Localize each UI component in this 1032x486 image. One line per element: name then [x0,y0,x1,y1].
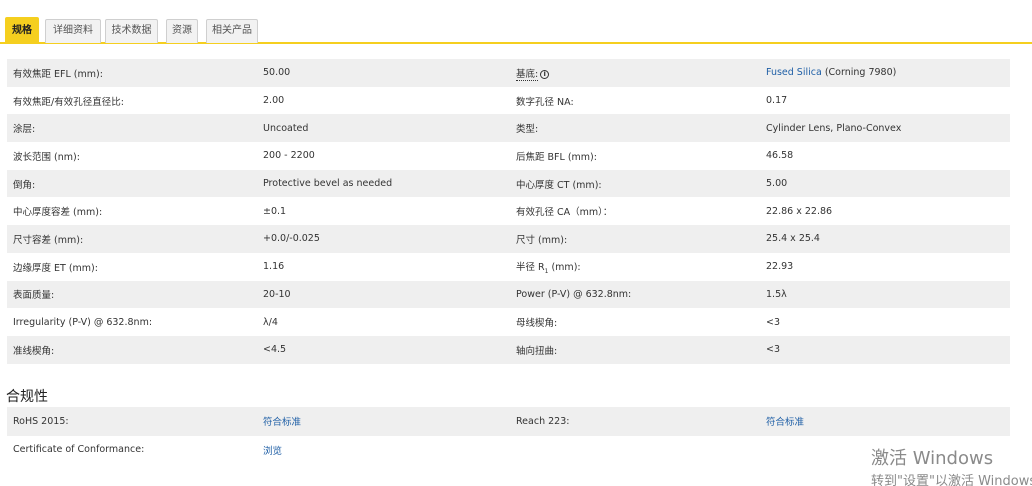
spec-value: 25.4 x 25.4 [760,225,1010,253]
tab-bar: 规格 详细资料 技术数据 资源 相关产品 [0,0,1032,44]
spec-value: 0.17 [766,95,788,107]
spec-label: 边缘厚度 ET (mm): [13,262,98,274]
spec-row: 有效焦距/有效孔径直径比: 2.00 数字孔径 NA: 0.17 [7,87,1010,115]
spec-value: Protective bevel as needed [257,169,510,198]
empty-cell [510,436,760,465]
spec-value: Cylinder Lens, Plano-Convex [760,114,1010,143]
compliance-row: Certificate of Conformance: 浏览 [7,436,1010,465]
activation-watermark-title: 激活 Windows [871,448,994,469]
spec-table: 有效焦距 EFL (mm): 50.00 基底: i Fused Silica (… [7,59,1010,364]
spec-value: 5.00 [760,169,1010,198]
spec-label: 准线楔角: [7,335,257,364]
spec-value: Fused Silica (Corning 7980) [760,59,1010,87]
spec-label: 尺寸 (mm): [510,225,760,253]
radius-label: 半径 R [516,261,545,273]
spec-label: 数字孔径 NA: [516,96,574,108]
rohs-compliant-link[interactable]: 符合标准 [263,417,301,428]
spec-row: 尺寸容差 (mm): +0.0/-0.025 尺寸 (mm): 25.4 x 2… [7,225,1010,253]
spec-label: 涂层: [7,114,257,143]
spec-value: 46.58 [766,150,794,162]
spec-row: 倒角: Protective bevel as needed 中心厚度 CT (… [7,169,1010,198]
spec-value: 20-10 [257,280,510,309]
substrate-label: 基底: [516,68,539,81]
substrate-link[interactable]: Fused Silica [766,67,822,78]
tab-resources[interactable]: 资源 [166,19,198,43]
spec-value: 22.86 x 22.86 [766,205,833,217]
spec-value: 50.00 [257,59,510,87]
spec-row: 波长范围 (nm): 200 - 2200 后焦距 BFL (mm): 46.5… [7,142,1010,170]
spec-value: 1.16 [263,261,285,273]
spec-label: 基底: i [510,59,760,87]
tab-specs[interactable]: 规格 [5,17,39,43]
spec-label: 尺寸容差 (mm): [7,225,257,253]
spec-value: ±0.1 [263,205,287,217]
tab-tech-data[interactable]: 技术数据 [105,19,158,43]
spec-label: Power (P-V) @ 632.8nm: [510,280,760,309]
spec-label: 半径 R1 (mm): [510,253,760,281]
spec-label: 后焦距 BFL (mm): [516,151,597,163]
radius-unit: (mm): [548,261,581,273]
spec-label: 倒角: [7,169,257,198]
spec-label: 母线楔角: [516,318,558,330]
compliance-value: 符合标准 [257,407,510,436]
substrate-detail: (Corning 7980) [821,67,897,79]
spec-value: 1.5λ [760,280,1010,309]
spec-value: λ/4 [263,316,278,328]
compliance-table: RoHS 2015: 符合标准 Reach 223: 符合标准 Certific… [7,407,1010,464]
spec-row: Irregularity (P-V) @ 632.8nm: λ/4 母线楔角: … [7,308,1010,336]
spec-value: <3 [760,335,1010,364]
tab-related-products[interactable]: 相关产品 [206,19,258,43]
spec-value: 22.93 [766,261,794,273]
spec-row: 有效焦距 EFL (mm): 50.00 基底: i Fused Silica (… [7,59,1010,87]
activation-watermark-hint: 转到"设置"以激活 Windows。 [871,474,1032,486]
spec-row: 涂层: Uncoated 类型: Cylinder Lens, Plano-Co… [7,114,1010,143]
reach-compliant-link[interactable]: 符合标准 [766,417,804,428]
spec-label: 有效焦距 EFL (mm): [7,59,257,87]
compliance-heading: 合规性 [6,389,48,405]
spec-value: +0.0/-0.025 [257,225,510,253]
compliance-value: 浏览 [257,436,510,465]
spec-label: 类型: [510,114,760,143]
spec-value: <4.5 [257,335,510,364]
spec-row: 表面质量: 20-10 Power (P-V) @ 632.8nm: 1.5λ [7,280,1010,309]
spec-label: 轴向扭曲: [510,335,760,364]
spec-value: 200 - 2200 [263,150,315,162]
spec-row: 边缘厚度 ET (mm): 1.16 半径 R1 (mm): 22.93 [7,253,1010,281]
spec-label: 有效焦距/有效孔径直径比: [13,96,124,108]
spec-label: Irregularity (P-V) @ 632.8nm: [13,316,153,328]
certificate-view-link[interactable]: 浏览 [263,446,282,457]
spec-label: 中心厚度容差 (mm): [13,207,103,219]
spec-label: 有效孔径 CA（mm）： [516,207,613,219]
spec-label: 中心厚度 CT (mm): [510,169,760,198]
spec-label: 波长范围 (nm): [13,151,80,163]
compliance-value: 符合标准 [760,407,1010,436]
spec-value: 2.00 [263,95,285,107]
spec-value: Uncoated [257,114,510,143]
compliance-row: RoHS 2015: 符合标准 Reach 223: 符合标准 [7,407,1010,436]
compliance-label: Reach 223: [510,407,760,436]
spec-row: 准线楔角: <4.5 轴向扭曲: <3 [7,335,1010,364]
tab-details[interactable]: 详细资料 [45,19,101,43]
info-icon[interactable]: i [540,69,550,79]
spec-label: 表面质量: [7,280,257,309]
compliance-label: RoHS 2015: [7,407,257,436]
compliance-label: Certificate of Conformance: [13,444,145,456]
spec-row: 中心厚度容差 (mm): ±0.1 有效孔径 CA（mm）： 22.86 x 2… [7,197,1010,225]
spec-value: <3 [766,316,781,328]
